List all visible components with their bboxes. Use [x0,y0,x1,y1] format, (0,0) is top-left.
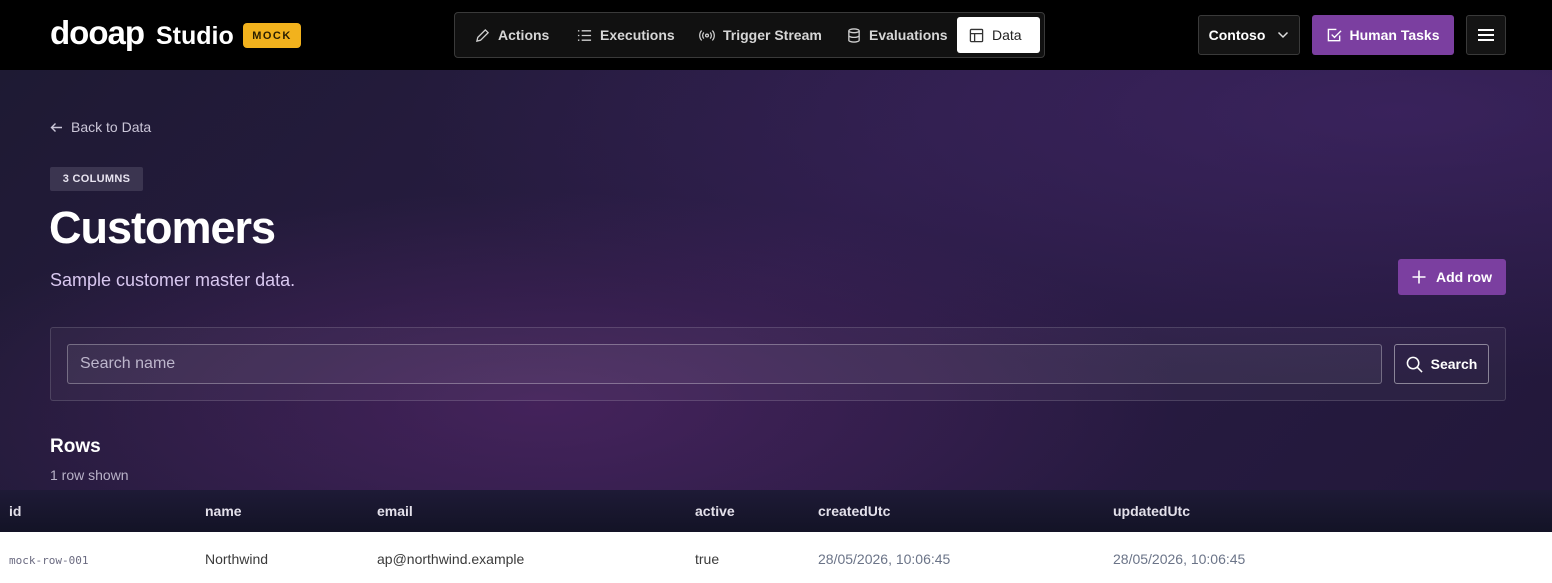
add-row-button[interactable]: Add row [1398,259,1506,295]
rows-count: 1 row shown [50,467,129,483]
cell-created: 28/05/2026, 10:06:45 [818,551,951,567]
checkbox-icon [1327,28,1342,41]
tab-trigger-stream[interactable]: Trigger Stream [687,17,834,53]
tab-actions-label: Actions [498,27,550,43]
cell-id: mock-row-001 [9,554,89,567]
add-row-label: Add row [1436,269,1492,285]
column-header-id[interactable]: id [9,503,21,519]
brand-product: Studio [155,22,234,50]
column-header-name[interactable]: name [205,503,242,519]
tenant-label: Contoso [1208,27,1266,43]
tab-executions-label: Executions [600,27,675,43]
menu-button[interactable] [1466,15,1506,55]
table-icon [969,28,984,42]
column-header-active[interactable]: active [695,503,735,519]
column-header-created[interactable]: createdUtc [818,503,890,519]
main-content: Back to Data 3 COLUMNS Customers Sample … [0,70,1552,490]
column-header-email[interactable]: email [377,503,413,519]
cell-name: Northwind [205,551,269,567]
list-icon [577,29,592,41]
search-panel: Search [50,327,1506,401]
rows-heading: Rows [50,436,101,457]
back-link-label: Back to Data [71,119,152,135]
tab-data[interactable]: Data [957,17,1040,53]
tab-evaluations[interactable]: Evaluations [835,17,960,53]
tab-evaluations-label: Evaluations [869,27,948,43]
tab-trigger-stream-label: Trigger Stream [723,27,822,43]
env-badge: MOCK [243,23,301,48]
main-nav: Actions Executions Trigger Stream Evalua… [454,12,1045,58]
column-header-updated[interactable]: updatedUtc [1113,503,1190,519]
table-header: id name email active createdUtc updatedU… [0,490,1552,532]
page-title: Customers [49,202,276,253]
search-button-label: Search [1430,356,1478,372]
table-row[interactable]: mock-row-001 Northwind ap@northwind.exam… [0,532,1552,583]
search-button[interactable]: Search [1394,344,1489,384]
tab-data-label: Data [992,27,1022,43]
tenant-selector[interactable]: Contoso [1198,15,1300,55]
human-tasks-label: Human Tasks [1349,27,1440,43]
chevron-down-icon [1278,31,1289,39]
arrow-left-icon [50,122,62,132]
tab-executions[interactable]: Executions [565,17,687,53]
page-description: Sample customer master data. [50,270,296,290]
cell-updated: 28/05/2026, 10:06:45 [1113,551,1246,567]
cell-email: ap@northwind.example [377,551,525,567]
tab-actions[interactable]: Actions [463,17,561,53]
columns-badge: 3 COLUMNS [50,167,143,191]
database-icon [848,27,860,43]
search-icon [1406,356,1423,373]
brand-logo: dooap [50,14,145,51]
cell-active: true [695,551,720,567]
plus-icon [1412,270,1426,284]
pencil-icon [475,28,490,42]
search-input[interactable] [67,344,1382,384]
broadcast-icon [699,29,715,41]
hamburger-icon [1478,29,1494,41]
human-tasks-button[interactable]: Human Tasks [1312,15,1454,55]
brand[interactable]: dooap Studio [50,14,234,52]
back-link[interactable]: Back to Data [50,119,151,135]
top-bar: dooap Studio MOCK Actions Executions Tri… [0,0,1552,70]
